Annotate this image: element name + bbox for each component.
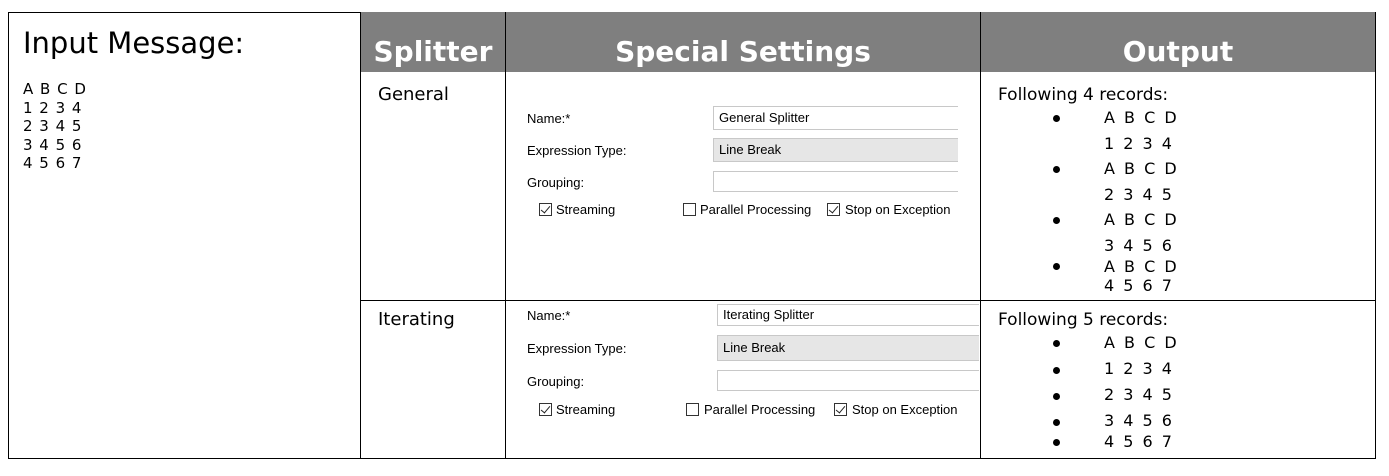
stop-on-exception-checkbox[interactable]	[834, 403, 847, 416]
input-line: 3 4 5 6	[23, 135, 83, 154]
header-output: Output	[981, 12, 1375, 72]
stop-on-exception-checkbox[interactable]	[827, 203, 840, 216]
record-line: 4 5 6 7	[1104, 276, 1174, 295]
bullet	[1053, 340, 1060, 347]
record-line: A B C D	[1104, 159, 1179, 178]
output-title: Following 4 records:	[998, 85, 1169, 105]
col-divider-3	[980, 12, 981, 459]
bullet	[1053, 263, 1060, 270]
streaming-checkbox[interactable]	[539, 203, 552, 216]
row-divider	[360, 300, 1376, 301]
record-line: 4 5 6 7	[1104, 432, 1174, 451]
bullet	[1053, 439, 1060, 446]
stop-on-exception-label: Stop on Exception	[845, 202, 951, 217]
bullet	[1053, 367, 1060, 374]
streaming-label: Streaming	[556, 402, 616, 417]
record-line: 1 2 3 4	[1104, 359, 1174, 378]
grouping-field[interactable]	[713, 171, 958, 192]
name-label: Name:*	[527, 111, 571, 126]
bullet	[1053, 393, 1060, 400]
input-message-lines: A B C D 1 2 3 4 2 3 4 5 3 4 5 6 4 5 6 7	[23, 80, 87, 173]
grouping-label: Grouping:	[527, 175, 585, 190]
record-line: 2 3 4 5	[1104, 185, 1174, 204]
stop-on-exception-label: Stop on Exception	[852, 402, 958, 417]
parallel-processing-checkbox[interactable]	[686, 403, 699, 416]
col-divider-1	[360, 12, 361, 459]
expression-type-field[interactable]: Line Break	[717, 335, 979, 361]
table-border-bottom	[8, 458, 1376, 459]
record-line: 1 2 3 4	[1104, 134, 1174, 153]
expression-type-label: Expression Type:	[527, 341, 627, 356]
grouping-label: Grouping:	[527, 374, 585, 389]
table-border-left	[8, 12, 9, 459]
bullet	[1053, 419, 1060, 426]
parallel-processing-label: Parallel Processing	[704, 402, 816, 417]
bullet	[1053, 166, 1060, 173]
input-line: 4 5 6 7	[23, 154, 83, 172]
input-line: 2 3 4 5	[23, 117, 83, 135]
record-line: A B C D	[1104, 210, 1179, 229]
bullet	[1053, 115, 1060, 122]
header-special-settings: Special Settings	[506, 12, 980, 72]
col-divider-2	[505, 12, 506, 459]
record-line: 3 4 5 6	[1104, 411, 1174, 430]
splitter-name-general: General	[378, 84, 449, 105]
bullet	[1053, 217, 1060, 224]
input-line: A B C D	[23, 80, 87, 98]
name-field[interactable]: Iterating Splitter	[717, 304, 979, 326]
record-line: A B C D	[1104, 333, 1179, 352]
record-line: 3 4 5 6	[1104, 236, 1174, 255]
record-line: 2 3 4 5	[1104, 385, 1174, 404]
streaming-label: Streaming	[556, 202, 616, 217]
expression-type-label: Expression Type:	[527, 143, 627, 158]
header-splitter: Splitter	[361, 12, 505, 72]
name-label: Name:*	[527, 308, 571, 323]
splitter-name-iterating: Iterating	[378, 309, 455, 330]
streaming-checkbox[interactable]	[539, 403, 552, 416]
table-border-top-left	[8, 12, 361, 13]
table-border-right	[1375, 12, 1376, 459]
grouping-field[interactable]	[717, 370, 979, 391]
record-line: A B C D	[1104, 257, 1179, 276]
parallel-processing-checkbox[interactable]	[683, 203, 696, 216]
parallel-processing-label: Parallel Processing	[700, 202, 812, 217]
record-line: A B C D	[1104, 108, 1179, 127]
name-field[interactable]: General Splitter	[713, 106, 958, 130]
input-line: 1 2 3 4	[23, 98, 83, 117]
input-message-title: Input Message:	[23, 26, 245, 60]
expression-type-field[interactable]: Line Break	[713, 138, 958, 162]
output-title: Following 5 records:	[998, 310, 1169, 330]
